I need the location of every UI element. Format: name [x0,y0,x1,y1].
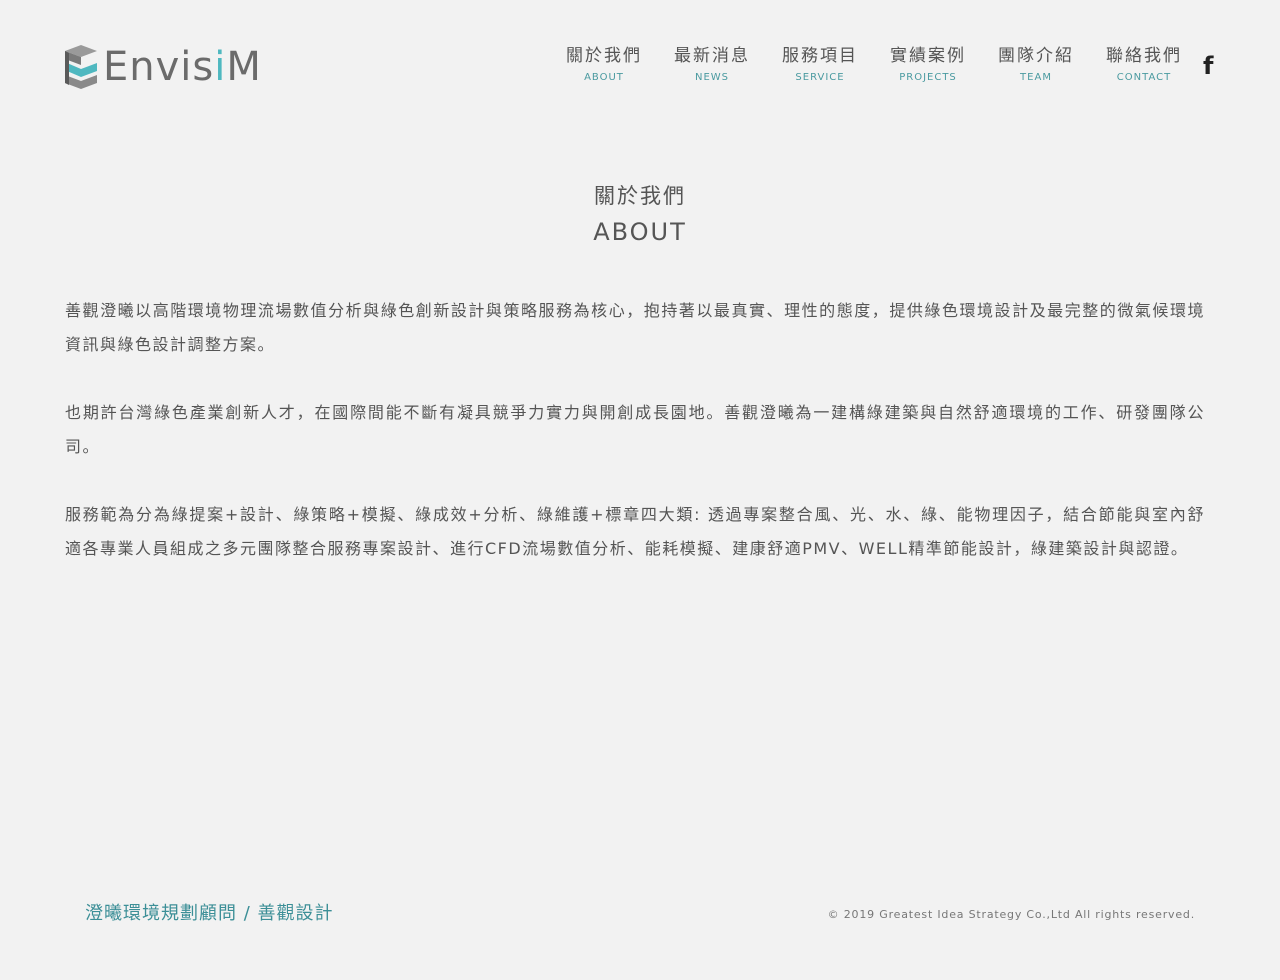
nav-item-service[interactable]: 服務項目 SERVICE [766,44,874,83]
nav-label-zh: 關於我們 [566,46,642,66]
logo[interactable]: EnvisiM [63,43,262,91]
page-title-en: ABOUT [593,218,687,246]
logo-wordmark: EnvisiM [103,44,262,90]
page-title-zh: 關於我們 [594,184,686,208]
nav-label-zh: 團隊介紹 [998,46,1074,66]
nav-label-en: SERVICE [795,72,845,83]
nav-label-zh: 最新消息 [674,46,750,66]
nav-label-zh: 服務項目 [782,46,858,66]
nav-label-en: NEWS [694,72,730,83]
site-header: EnvisiM 關於我們 ABOUT 最新消息 NEWS 服務項目 SERVIC… [0,0,1280,130]
about-paragraph: 服務範為分為綠提案+設計、綠策略+模擬、綠成效+分析、綠維護+標章四大類: 透過… [65,505,1205,558]
nav-label-zh: 聯絡我們 [1106,46,1182,66]
nav-label-en: CONTACT [1116,72,1172,83]
nav-label-en: TEAM [1020,72,1052,83]
about-content: 善觀澄曦以高階環境物理流場數值分析與綠色創新設計與策略服務為核心，抱持著以最真實… [65,294,1205,600]
nav-item-news[interactable]: 最新消息 NEWS [658,44,766,83]
main-nav: 關於我們 ABOUT 最新消息 NEWS 服務項目 SERVICE 實績案例 P… [550,44,1198,83]
nav-item-contact[interactable]: 聯絡我們 CONTACT [1090,44,1198,83]
nav-item-about[interactable]: 關於我們 ABOUT [550,44,658,83]
about-paragraph: 也期許台灣綠色產業創新人才，在國際間能不斷有凝具競爭力實力與開創成長園地。善觀澄… [65,403,1205,456]
facebook-icon[interactable]: f [1203,52,1219,80]
nav-item-team[interactable]: 團隊介紹 TEAM [982,44,1090,83]
nav-label-en: ABOUT [584,72,624,83]
footer-copyright: © 2019 Greatest Idea Strategy Co.,Ltd Al… [827,908,1195,921]
nav-label-zh: 實績案例 [890,46,966,66]
logo-mark-icon [65,45,97,89]
page-title: 關於我們 ABOUT [0,180,1280,250]
nav-label-en: PROJECTS [899,72,957,83]
footer-company-link[interactable]: 澄曦環境規劃顧問 / 善觀設計 [85,900,334,928]
nav-item-projects[interactable]: 實績案例 PROJECTS [874,44,982,83]
about-paragraph: 善觀澄曦以高階環境物理流場數值分析與綠色創新設計與策略服務為核心，抱持著以最真實… [65,301,1205,354]
